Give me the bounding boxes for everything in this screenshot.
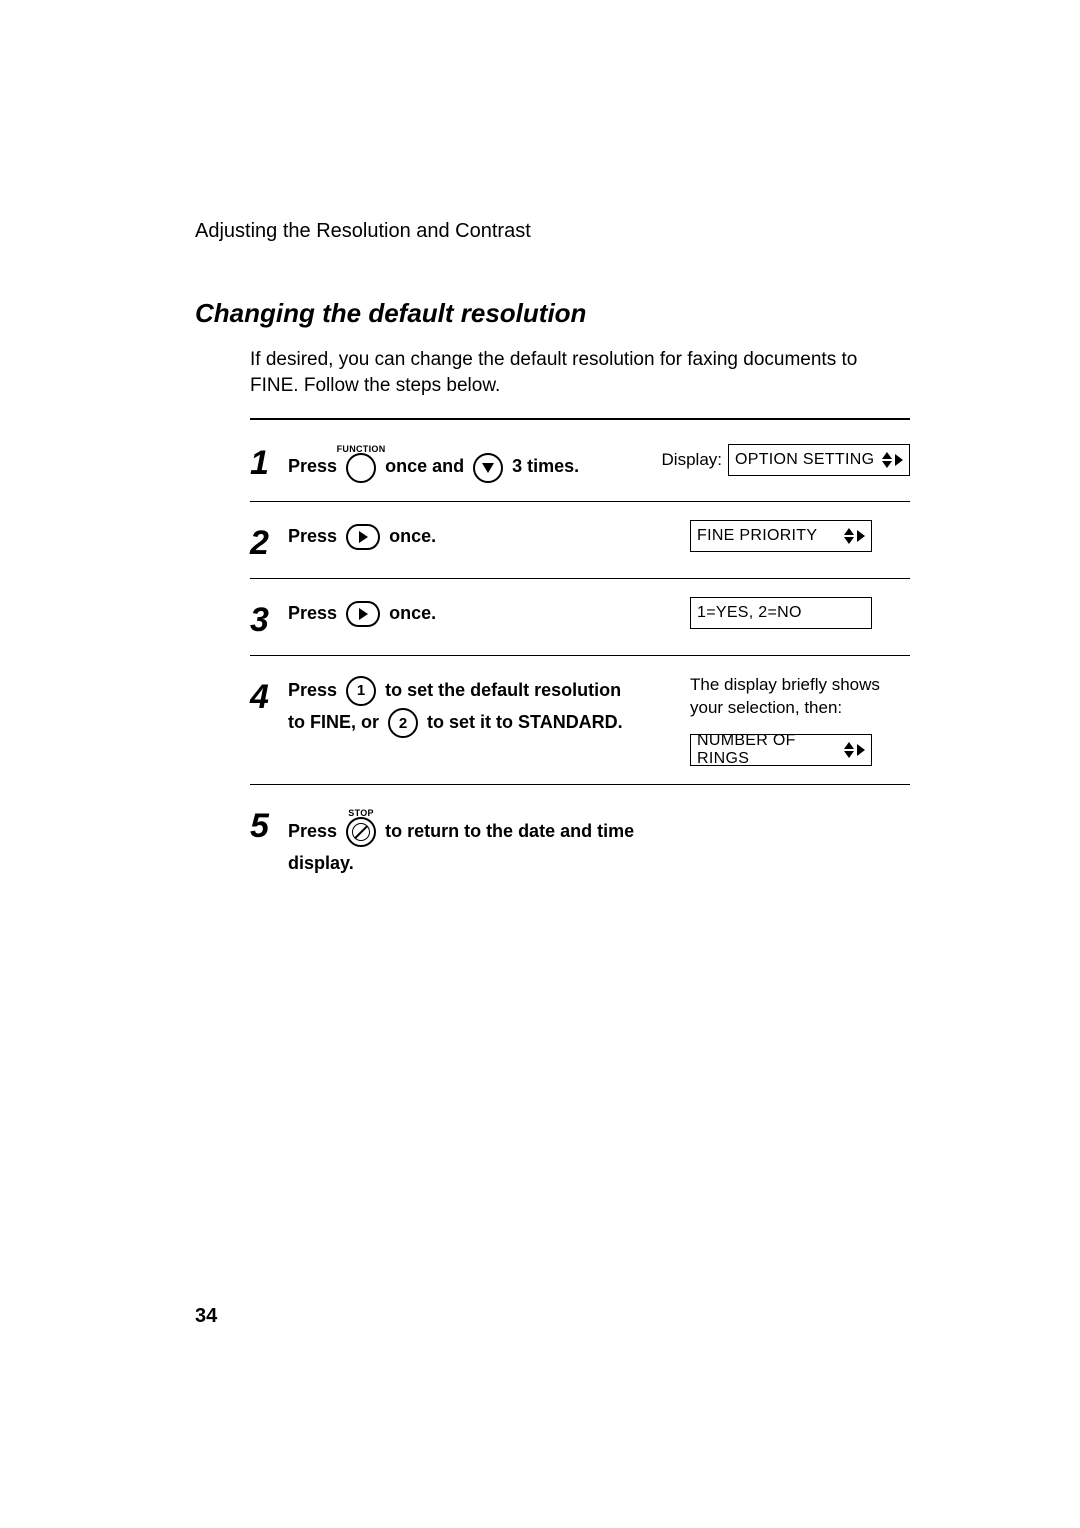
lcd-readout: FINE PRIORITY bbox=[690, 520, 872, 552]
scroll-arrows-icon bbox=[844, 742, 865, 758]
step-display-column: 1=YES, 2=NO bbox=[690, 597, 910, 637]
lcd-readout: 1=YES, 2=NO bbox=[690, 597, 872, 629]
lcd-text: OPTION SETTING bbox=[735, 451, 874, 469]
section-title: Changing the default resolution bbox=[195, 298, 910, 329]
step-display-column: The display briefly shows your selection… bbox=[690, 674, 910, 766]
page-number: 34 bbox=[195, 1305, 217, 1328]
down-key-icon bbox=[473, 453, 503, 483]
stop-key-icon bbox=[346, 817, 376, 847]
text-once: once. bbox=[389, 603, 436, 623]
text-once-and: once and bbox=[385, 456, 464, 476]
step-display-column: Display: OPTION SETTING bbox=[662, 444, 910, 476]
step-row: 2 Press once. FINE PRIORITY bbox=[250, 502, 910, 579]
step-row: 3 Press once. 1=YES, 2=NO bbox=[250, 579, 910, 656]
step-number: 5 bbox=[250, 803, 288, 880]
text-set-default: to set the default resolution bbox=[385, 680, 621, 700]
function-key-icon bbox=[346, 453, 376, 483]
press-label: Press bbox=[288, 456, 337, 476]
right-key-icon bbox=[346, 524, 380, 550]
lcd-text: NUMBER OF RINGS bbox=[697, 732, 844, 768]
right-key-icon bbox=[346, 601, 380, 627]
lcd-text: 1=YES, 2=NO bbox=[697, 604, 802, 622]
display-brief-note: The display briefly shows your selection… bbox=[690, 674, 910, 720]
play-icon bbox=[359, 608, 368, 620]
step-display-column: FINE PRIORITY bbox=[690, 520, 910, 560]
step-display-column bbox=[690, 803, 910, 880]
step-row: 4 Press 1 to set the default resolution … bbox=[250, 656, 910, 785]
step-instruction: Press 1 to set the default resolution to… bbox=[288, 674, 690, 766]
lcd-readout: NUMBER OF RINGS bbox=[690, 734, 872, 766]
step-instruction: Press once. bbox=[288, 520, 690, 560]
text-to-standard: to set it to STANDARD. bbox=[427, 712, 623, 732]
step-number: 2 bbox=[250, 520, 288, 560]
scroll-arrows-icon bbox=[844, 528, 865, 544]
step-instruction: Press once and 3 times. bbox=[288, 438, 662, 482]
text-return-display: to return to the date and time display. bbox=[288, 821, 634, 873]
press-label: Press bbox=[288, 603, 337, 623]
digit-1-key-icon: 1 bbox=[346, 676, 376, 706]
running-header: Adjusting the Resolution and Contrast bbox=[195, 220, 910, 243]
step-number: 4 bbox=[250, 674, 288, 766]
play-icon bbox=[359, 531, 368, 543]
stop-glyph-icon bbox=[352, 823, 370, 841]
step-number: 1 bbox=[250, 440, 288, 480]
display-label: Display: bbox=[662, 450, 722, 470]
lcd-text: FINE PRIORITY bbox=[697, 527, 817, 545]
scroll-arrows-icon bbox=[882, 452, 903, 468]
text-once: once. bbox=[389, 526, 436, 546]
press-label: Press bbox=[288, 526, 337, 546]
step-row: 5 Press to return to the date and time d… bbox=[250, 785, 910, 898]
press-label: Press bbox=[288, 821, 337, 841]
manual-page: Adjusting the Resolution and Contrast Ch… bbox=[0, 0, 1080, 1528]
step-row: 1 Press once and 3 times. Display: OPTIO… bbox=[250, 420, 910, 501]
press-label: Press bbox=[288, 680, 337, 700]
text-to-fine-or: to FINE, or bbox=[288, 712, 379, 732]
down-wedge-icon bbox=[482, 463, 494, 473]
step-number: 3 bbox=[250, 597, 288, 637]
intro-paragraph: If desired, you can change the default r… bbox=[250, 347, 890, 398]
step-instruction: Press to return to the date and time dis… bbox=[288, 803, 690, 880]
digit-2-key-icon: 2 bbox=[388, 708, 418, 738]
steps-table: 1 Press once and 3 times. Display: OPTIO… bbox=[250, 418, 910, 897]
text-3-times: 3 times. bbox=[512, 456, 579, 476]
lcd-readout: OPTION SETTING bbox=[728, 444, 910, 476]
step-instruction: Press once. bbox=[288, 597, 690, 637]
